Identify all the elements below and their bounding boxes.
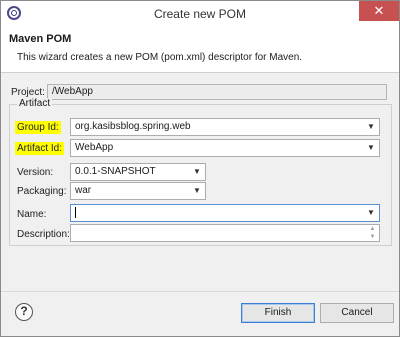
window-title: Create new POM: [153, 7, 247, 21]
description-textarea[interactable]: ▲ ▼: [70, 224, 380, 242]
name-label: Name:: [17, 209, 47, 220]
version-combo[interactable]: 0.0.1-SNAPSHOT ▼: [70, 163, 206, 181]
group-id-combo[interactable]: org.kasibsblog.spring.web ▼: [70, 118, 380, 136]
chevron-down-icon[interactable]: ▼: [366, 119, 376, 135]
spinner-icon[interactable]: ▲ ▼: [368, 225, 377, 241]
dialog-window: Create new POM ✕ Maven POM This wizard c…: [0, 0, 400, 337]
artifact-id-label-text: Artifact Id:: [15, 142, 65, 155]
packaging-label: Packaging:: [17, 186, 67, 197]
version-label: Version:: [17, 167, 54, 178]
artifact-group-label: Artifact: [17, 98, 53, 109]
group-id-label-text: Group Id:: [15, 121, 61, 134]
chevron-down-icon[interactable]: ▼: [192, 164, 202, 180]
close-button[interactable]: ✕: [359, 1, 399, 21]
chevron-down-icon[interactable]: ▼: [366, 205, 376, 221]
text-caret: [75, 206, 76, 218]
group-id-value: org.kasibsblog.spring.web: [75, 121, 191, 132]
finish-button[interactable]: Finish: [241, 303, 315, 323]
chevron-down-icon[interactable]: ▼: [192, 183, 202, 199]
packaging-value: war: [75, 185, 92, 196]
chevron-down-icon[interactable]: ▼: [366, 140, 376, 156]
name-combo[interactable]: ▼: [70, 204, 380, 222]
footer-separator: [1, 291, 399, 292]
banner-title: Maven POM: [9, 33, 72, 45]
wizard-banner: Maven POM This wizard creates a new POM …: [1, 27, 399, 73]
description-label: Description:: [17, 229, 70, 240]
artifact-id-label: Artifact Id:: [15, 142, 65, 155]
cancel-button[interactable]: Cancel: [320, 303, 394, 323]
title-bar[interactable]: Create new POM ✕: [1, 1, 399, 27]
group-id-label: Group Id:: [15, 121, 61, 134]
project-field: /WebApp: [47, 84, 387, 100]
version-value: 0.0.1-SNAPSHOT: [75, 166, 156, 177]
packaging-combo[interactable]: war ▼: [70, 182, 206, 200]
artifact-id-value: WebApp: [75, 142, 114, 153]
banner-description: This wizard creates a new POM (pom.xml) …: [17, 52, 303, 63]
help-icon[interactable]: ?: [15, 303, 33, 321]
project-label: Project:: [11, 87, 45, 98]
artifact-id-combo[interactable]: WebApp ▼: [70, 139, 380, 157]
